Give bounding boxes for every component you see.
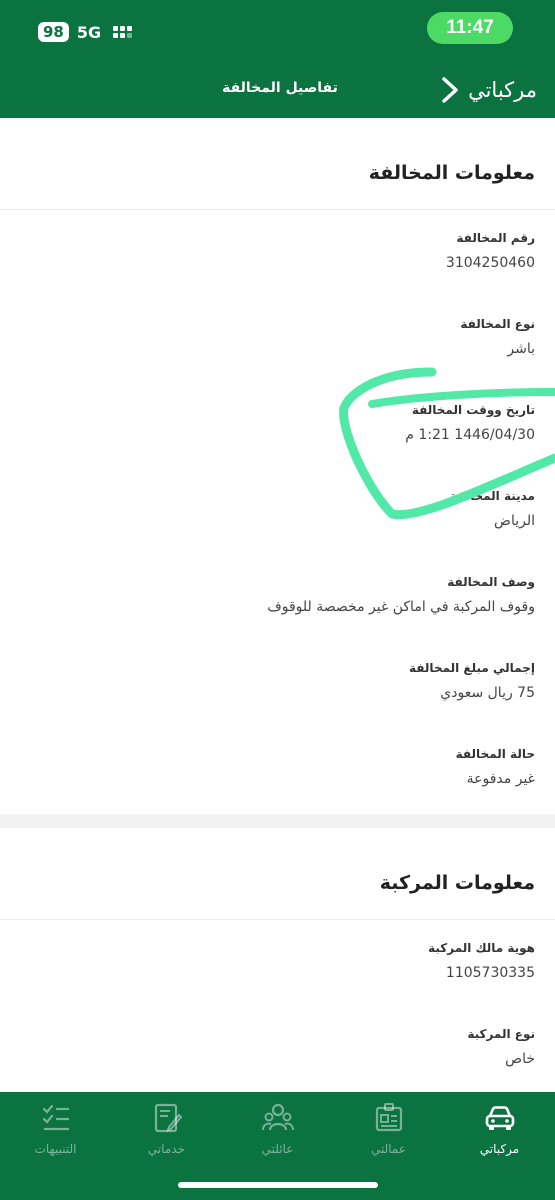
bottom-tab-bar: مركباتي عمالتي عائلتي خدماتي التنبيهات	[0, 1092, 555, 1200]
page-title: تفاصيل المخالفة	[222, 80, 338, 96]
field-label: إجمالي مبلغ المخالفة	[409, 661, 535, 675]
tab-label: عمالتي	[370, 1142, 407, 1156]
field-value: 1105730335	[445, 965, 535, 981]
violation-city-field: مدينة المخالفة الرياض	[0, 468, 555, 554]
tab-my-services[interactable]: خدماتي	[111, 1092, 222, 1168]
tab-my-vehicles[interactable]: مركباتي	[444, 1092, 555, 1168]
vehicle-section-title: معلومات المركبة	[0, 828, 555, 920]
field-label: نوع المخالفة	[460, 317, 535, 331]
field-value: غير مدفوعة	[466, 771, 535, 787]
home-indicator[interactable]	[178, 1182, 378, 1188]
violation-section-title: معلومات المخالفة	[0, 118, 555, 210]
violation-description-field: وصف المخالفة وقوف المركبة في اماكن غير م…	[0, 554, 555, 640]
tab-my-family[interactable]: عائلتي	[222, 1092, 333, 1168]
field-value: 3104250460	[445, 255, 535, 271]
violation-status-field: حالة المخالفة غير مدفوعة	[0, 726, 555, 812]
field-value: خاص	[505, 1051, 535, 1067]
tab-label: عائلتي	[261, 1142, 294, 1156]
violation-details-content[interactable]: معلومات المخالفة رقم المخالفة 3104250460…	[0, 118, 555, 1092]
tab-my-workers[interactable]: عمالتي	[333, 1092, 444, 1168]
signal-icon	[113, 26, 133, 38]
field-value: وقوف المركبة في اماكن غير مخصصة للوقوف	[267, 599, 535, 615]
chevron-right-icon	[442, 77, 458, 103]
checklist-icon	[42, 1104, 69, 1131]
field-label: هوية مالك المركبة	[428, 941, 535, 955]
tab-label: مركباتي	[479, 1142, 520, 1156]
car-icon	[485, 1106, 514, 1130]
edit-document-icon	[154, 1103, 182, 1133]
violation-amount-field: إجمالي مبلغ المخالفة 75 ريال سعودي	[0, 640, 555, 726]
tab-label: خدماتي	[147, 1142, 186, 1156]
field-label: رقم المخالفة	[456, 231, 535, 245]
field-label: حالة المخالفة	[455, 747, 535, 761]
section-divider	[0, 814, 555, 828]
field-value: باشر	[507, 341, 535, 357]
top-bar: 98 5G 11:47 تفاصيل المخالفة مركباتي	[0, 0, 555, 118]
field-label: وصف المخالفة	[447, 575, 535, 589]
field-label: نوع المركبة	[467, 1027, 535, 1041]
violation-datetime-field: تاريخ ووقت المخالفة 1446/04/30 1:21 م	[0, 382, 555, 468]
field-value: 75 ريال سعودي	[440, 685, 535, 701]
field-value: الرياض	[494, 513, 535, 529]
back-button[interactable]: مركباتي	[440, 72, 537, 108]
id-card-icon	[375, 1103, 402, 1132]
network-type: 5G	[76, 22, 102, 42]
tab-label: التنبيهات	[34, 1142, 77, 1156]
violation-type-field: نوع المخالفة باشر	[0, 296, 555, 382]
status-time: 11:47	[427, 12, 513, 44]
vehicle-owner-id-field: هوية مالك المركبة 1105730335	[0, 920, 555, 1006]
back-button-label: مركباتي	[468, 78, 537, 102]
field-label: مدينة المخالفة	[449, 489, 535, 503]
tab-notifications[interactable]: التنبيهات	[0, 1092, 111, 1168]
violation-number-field: رقم المخالفة 3104250460	[0, 210, 555, 296]
field-value: 1446/04/30 1:21 م	[405, 427, 535, 443]
vehicle-type-field: نوع المركبة خاص	[0, 1006, 555, 1092]
field-label: تاريخ ووقت المخالفة	[411, 403, 535, 417]
status-indicators: 98 5G	[38, 21, 133, 43]
family-icon	[261, 1103, 294, 1131]
battery-indicator: 98	[38, 22, 69, 42]
